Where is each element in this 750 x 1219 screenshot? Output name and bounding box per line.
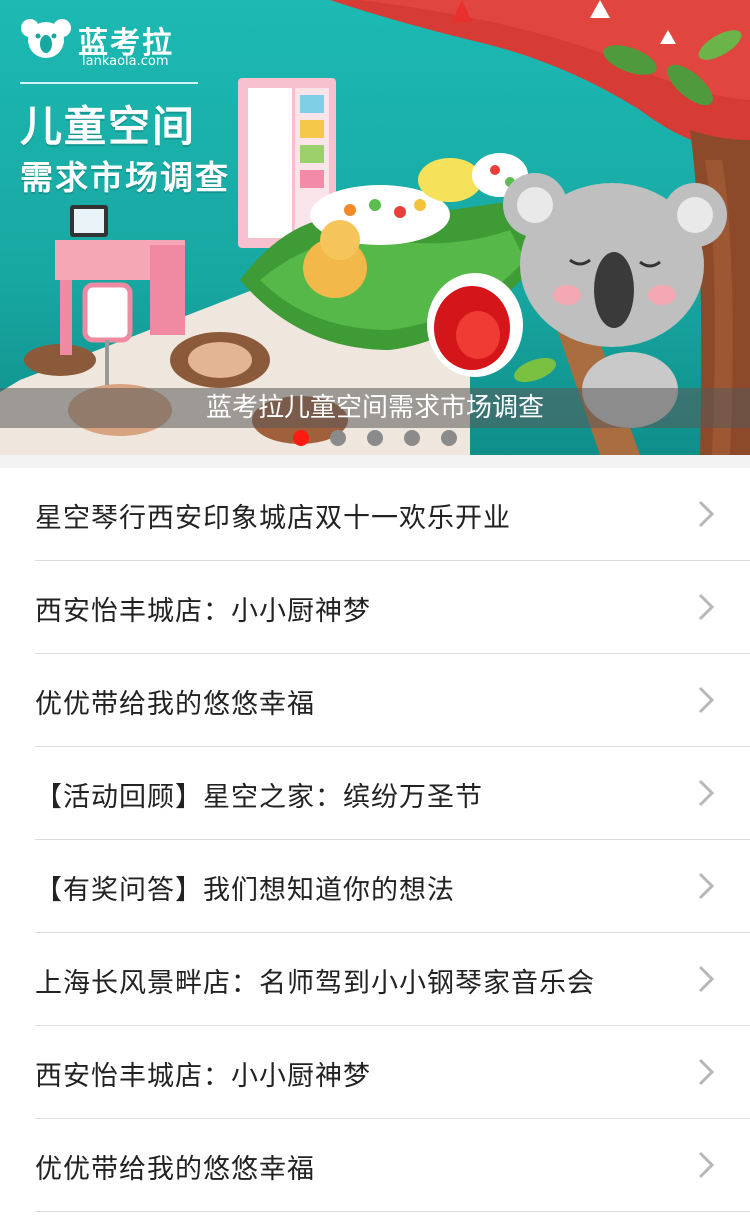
- logo-divider: [20, 82, 198, 84]
- chevron-right-icon: [698, 965, 715, 993]
- list-item-title: 西安怡丰城店：小小厨神梦: [35, 596, 371, 627]
- list-item[interactable]: 优优带给我的悠悠幸福: [35, 1119, 750, 1212]
- chevron-right-icon: [698, 779, 715, 807]
- list-item[interactable]: 西安怡丰城店：小小厨神梦: [35, 1026, 750, 1119]
- list-item-title: 星空琴行西安印象城店双十一欢乐开业: [35, 503, 511, 534]
- list-item-title: 优优带给我的悠悠幸福: [35, 1154, 315, 1185]
- koala-logo-icon: [21, 19, 71, 58]
- banner-caption: 蓝考拉儿童空间需求市场调查: [0, 388, 750, 428]
- banner-carousel[interactable]: 蓝考拉 lankaola.com 儿童空间 需求市场调查 蓝考拉儿童空间需求市场…: [0, 0, 750, 455]
- carousel-dot-5[interactable]: [441, 430, 457, 446]
- chevron-right-icon: [698, 1151, 715, 1179]
- list-item[interactable]: 【有奖问答】我们想知道你的想法: [35, 840, 750, 933]
- brand-logo: 蓝考拉 lankaola.com: [20, 14, 200, 70]
- chevron-right-icon: [698, 1058, 715, 1086]
- chevron-right-icon: [698, 500, 715, 528]
- chevron-right-icon: [698, 872, 715, 900]
- article-list: 星空琴行西安印象城店双十一欢乐开业 西安怡丰城店：小小厨神梦 优优带给我的悠悠幸…: [0, 468, 750, 1212]
- chevron-right-icon: [698, 593, 715, 621]
- list-item[interactable]: 西安怡丰城店：小小厨神梦: [35, 561, 750, 654]
- list-item[interactable]: 【活动回顾】星空之家：缤纷万圣节: [35, 747, 750, 840]
- list-item-title: 【活动回顾】星空之家：缤纷万圣节: [35, 782, 483, 813]
- carousel-dot-1[interactable]: [293, 430, 309, 446]
- list-item-title: 西安怡丰城店：小小厨神梦: [35, 1061, 371, 1092]
- list-item[interactable]: 优优带给我的悠悠幸福: [35, 654, 750, 747]
- carousel-dot-3[interactable]: [367, 430, 383, 446]
- list-item[interactable]: 上海长风景畔店：名师驾到小小钢琴家音乐会: [35, 933, 750, 1026]
- chevron-right-icon: [698, 686, 715, 714]
- list-item-title: 【有奖问答】我们想知道你的想法: [35, 875, 455, 906]
- list-item-title: 上海长风景畔店：名师驾到小小钢琴家音乐会: [35, 968, 595, 999]
- list-item[interactable]: 星空琴行西安印象城店双十一欢乐开业: [35, 468, 750, 561]
- brand-domain: lankaola.com: [82, 54, 169, 69]
- carousel-dot-2[interactable]: [330, 430, 346, 446]
- list-item-title: 优优带给我的悠悠幸福: [35, 689, 315, 720]
- carousel-dot-4[interactable]: [404, 430, 420, 446]
- carousel-indicator: [0, 430, 750, 450]
- banner-headline: 儿童空间 需求市场调查: [20, 100, 230, 202]
- headline-line1: 儿童空间: [20, 102, 197, 151]
- headline-line2: 需求市场调查: [20, 158, 230, 197]
- section-gap: [0, 455, 750, 468]
